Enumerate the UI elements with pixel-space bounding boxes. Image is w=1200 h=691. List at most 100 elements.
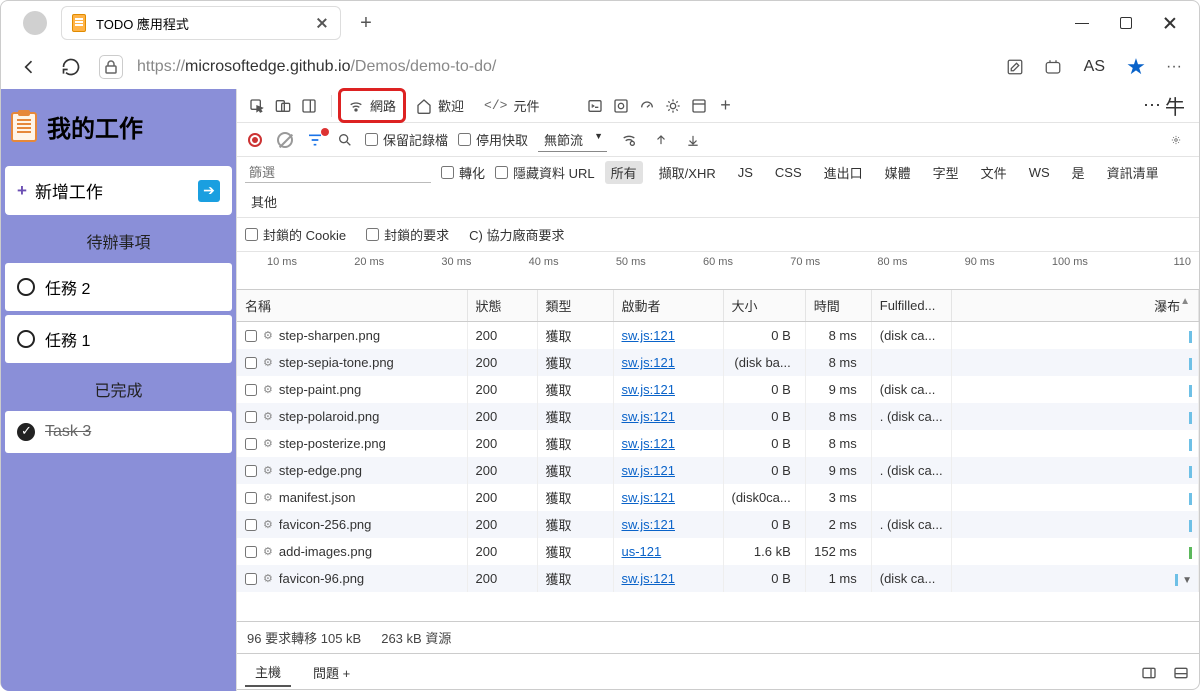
blocked-requests-checkbox[interactable]: 封鎖的要求 bbox=[366, 225, 449, 244]
settings-gear-icon[interactable] bbox=[1171, 130, 1191, 150]
initiator-link[interactable]: sw.js:121 bbox=[622, 463, 675, 478]
submit-arrow-icon[interactable]: ➔ bbox=[198, 180, 220, 202]
browser-tab[interactable]: TODO 應用程式 bbox=[61, 6, 341, 40]
minimize-icon[interactable] bbox=[1075, 16, 1089, 30]
clear-button[interactable] bbox=[275, 130, 295, 150]
preserve-log-checkbox[interactable]: 保留記錄檔 bbox=[365, 130, 448, 149]
row-checkbox[interactable] bbox=[245, 465, 257, 477]
row-checkbox[interactable] bbox=[245, 492, 257, 504]
throttling-select[interactable]: 無節流 bbox=[538, 128, 607, 152]
timeline[interactable]: 10 ms20 ms30 ms40 ms50 ms60 ms70 ms80 ms… bbox=[237, 252, 1199, 290]
search-icon[interactable] bbox=[335, 130, 355, 150]
site-info-button[interactable] bbox=[99, 55, 123, 79]
radio-icon[interactable] bbox=[17, 330, 35, 348]
tab-welcome[interactable]: 歡迎 bbox=[408, 90, 472, 121]
ox-icon[interactable]: 牛 bbox=[1165, 91, 1185, 120]
col-waterfall[interactable]: 瀑布▲ bbox=[951, 290, 1198, 322]
request-row[interactable]: ⚙step-sharpen.png200獲取sw.js:1210 B8 ms(d… bbox=[237, 322, 1199, 350]
radio-checked-icon[interactable] bbox=[17, 423, 35, 441]
filter-css[interactable]: CSS bbox=[769, 163, 808, 182]
inspect-icon[interactable] bbox=[247, 96, 267, 116]
memory-icon[interactable] bbox=[663, 96, 683, 116]
col-type[interactable]: 類型 bbox=[537, 290, 613, 322]
filter-manifest[interactable]: 資訊清單 bbox=[1101, 161, 1165, 184]
row-checkbox[interactable] bbox=[245, 519, 257, 531]
refresh-button[interactable] bbox=[57, 53, 85, 81]
col-status[interactable]: 狀態 bbox=[467, 290, 537, 322]
filter-media[interactable]: 媒體 bbox=[879, 161, 917, 184]
request-row[interactable]: ⚙manifest.json200獲取sw.js:121(disk0ca...3… bbox=[237, 484, 1199, 511]
profile-avatar[interactable] bbox=[23, 11, 47, 35]
row-checkbox[interactable] bbox=[245, 546, 257, 558]
col-time[interactable]: 時間 bbox=[805, 290, 871, 322]
wifi-settings-icon[interactable] bbox=[619, 130, 639, 150]
task-item[interactable]: 任務 2 bbox=[5, 263, 232, 311]
request-row[interactable]: ⚙favicon-256.png200獲取sw.js:1210 B2 ms. (… bbox=[237, 511, 1199, 538]
row-checkbox[interactable] bbox=[245, 384, 257, 396]
back-button[interactable] bbox=[15, 53, 43, 81]
filter-other[interactable]: 其他 bbox=[245, 190, 283, 213]
dock-icon[interactable] bbox=[299, 96, 319, 116]
drawer-issues-tab[interactable]: 問題 + bbox=[303, 659, 360, 686]
request-row[interactable]: ⚙step-polaroid.png200獲取sw.js:1210 B8 ms.… bbox=[237, 403, 1199, 430]
device-icon[interactable] bbox=[273, 96, 293, 116]
initiator-link[interactable]: sw.js:121 bbox=[622, 355, 675, 370]
col-fulfilled[interactable]: Fulfilled... bbox=[871, 290, 951, 322]
filter-toggle-icon[interactable] bbox=[305, 130, 325, 150]
request-row[interactable]: ⚙favicon-96.png200獲取sw.js:1210 B1 ms(dis… bbox=[237, 565, 1199, 592]
download-har-icon[interactable] bbox=[683, 130, 703, 150]
add-task-button[interactable]: + 新增工作 ➔ bbox=[5, 166, 232, 215]
new-tab-button[interactable]: + bbox=[351, 8, 381, 38]
task-item-done[interactable]: Task 3 bbox=[5, 411, 232, 453]
row-checkbox[interactable] bbox=[245, 357, 257, 369]
drawer-collapse-icon[interactable] bbox=[1171, 663, 1191, 683]
upload-har-icon[interactable] bbox=[651, 130, 671, 150]
more-tabs-icon[interactable]: + bbox=[715, 96, 735, 116]
record-button[interactable] bbox=[245, 130, 265, 150]
request-row[interactable]: ⚙add-images.png200獲取us-1211.6 kB152 ms bbox=[237, 538, 1199, 565]
initiator-link[interactable]: sw.js:121 bbox=[622, 328, 675, 343]
profile-initials[interactable]: AS bbox=[1080, 58, 1109, 76]
request-row[interactable]: ⚙step-paint.png200獲取sw.js:1210 B9 ms(dis… bbox=[237, 376, 1199, 403]
filter-font[interactable]: 字型 bbox=[927, 161, 965, 184]
row-checkbox[interactable] bbox=[245, 330, 257, 342]
drawer-expand-icon[interactable] bbox=[1139, 663, 1159, 683]
col-name[interactable]: 名稱 bbox=[237, 290, 467, 322]
filter-doc[interactable]: 文件 bbox=[975, 161, 1013, 184]
kebab-icon[interactable]: ⋯ bbox=[1143, 95, 1161, 116]
blocked-cookies-checkbox[interactable]: 封鎖的 Cookie bbox=[245, 225, 346, 244]
filter-export[interactable]: 進出口 bbox=[818, 161, 869, 184]
initiator-link[interactable]: sw.js:121 bbox=[622, 517, 675, 532]
tab-elements[interactable]: </> 元件 bbox=[476, 90, 547, 121]
filter-js[interactable]: JS bbox=[732, 163, 759, 182]
close-window-icon[interactable] bbox=[1163, 16, 1177, 30]
request-row[interactable]: ⚙step-edge.png200獲取sw.js:1210 B9 ms. (di… bbox=[237, 457, 1199, 484]
filter-input[interactable] bbox=[245, 163, 431, 183]
tab-network[interactable]: 網路 bbox=[340, 90, 404, 121]
initiator-link[interactable]: sw.js:121 bbox=[622, 382, 675, 397]
drawer-console-tab[interactable]: 主機 bbox=[245, 658, 291, 687]
col-size[interactable]: 大小 bbox=[723, 290, 805, 322]
app-icon[interactable] bbox=[1042, 56, 1064, 78]
more-menu-icon[interactable]: ··· bbox=[1163, 56, 1185, 78]
task-item[interactable]: 任務 1 bbox=[5, 315, 232, 363]
performance-icon[interactable] bbox=[637, 96, 657, 116]
filter-yes[interactable]: 是 bbox=[1066, 161, 1091, 184]
sources-icon[interactable] bbox=[611, 96, 631, 116]
col-initiator[interactable]: 啟動者 bbox=[613, 290, 723, 322]
filter-all[interactable]: 所有 bbox=[605, 161, 643, 184]
initiator-link[interactable]: sw.js:121 bbox=[622, 409, 675, 424]
close-tab-icon[interactable] bbox=[314, 15, 330, 31]
initiator-link[interactable]: sw.js:121 bbox=[622, 436, 675, 451]
invert-checkbox[interactable]: 轉化 bbox=[441, 163, 485, 182]
hide-data-urls-checkbox[interactable]: 隱藏資料 URL bbox=[495, 163, 595, 182]
initiator-link[interactable]: sw.js:121 bbox=[622, 490, 675, 505]
request-row[interactable]: ⚙step-sepia-tone.png200獲取sw.js:121(disk … bbox=[237, 349, 1199, 376]
row-checkbox[interactable] bbox=[245, 411, 257, 423]
disable-cache-checkbox[interactable]: 停用快取 bbox=[458, 130, 528, 149]
favorite-star-icon[interactable]: ★ bbox=[1125, 56, 1147, 78]
edit-icon[interactable] bbox=[1004, 56, 1026, 78]
row-checkbox[interactable] bbox=[245, 573, 257, 585]
filter-ws[interactable]: WS bbox=[1023, 163, 1056, 182]
maximize-icon[interactable] bbox=[1119, 16, 1133, 30]
